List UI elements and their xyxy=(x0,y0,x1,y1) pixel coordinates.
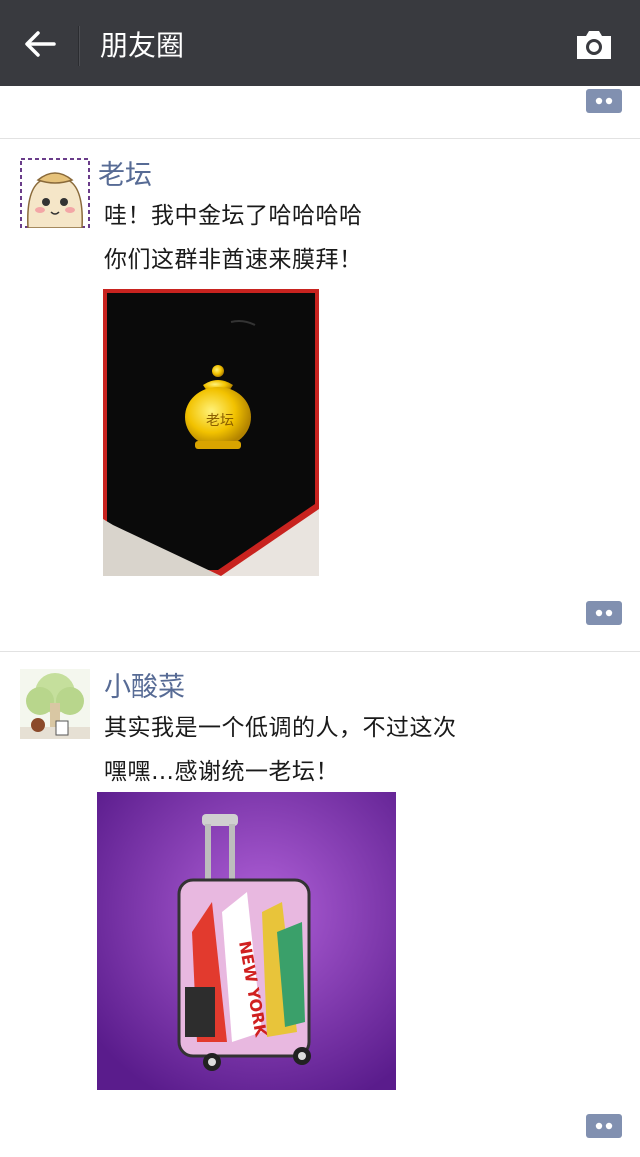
page-title: 朋友圈 xyxy=(100,29,185,62)
comment-icon xyxy=(586,1114,622,1138)
post-separator xyxy=(0,138,640,139)
topbar-divider xyxy=(78,26,80,66)
camera-button[interactable] xyxy=(574,28,614,62)
post-separator xyxy=(0,651,640,652)
pendant-engraving: 老坛 xyxy=(206,413,234,429)
camera-icon xyxy=(577,31,611,59)
post-author-name[interactable]: 老坛 xyxy=(98,158,152,194)
top-bar: 朋友圈 xyxy=(0,0,640,86)
post-photo[interactable]: 老坛 xyxy=(103,289,319,576)
gold-pendant-photo: 老坛 xyxy=(103,289,319,576)
post-text-line: 你们这群非酋速来膜拜！ xyxy=(104,247,363,273)
arrow-left-icon xyxy=(25,31,56,57)
avatar-image xyxy=(20,669,90,739)
back-button[interactable] xyxy=(14,22,64,66)
comment-button[interactable] xyxy=(586,601,622,625)
comment-icon xyxy=(586,89,622,113)
avatar[interactable] xyxy=(20,158,90,228)
luggage-photo: NEW YORK xyxy=(97,792,396,1090)
post-author-name[interactable]: 小酸菜 xyxy=(104,670,185,706)
avatar[interactable] xyxy=(20,669,90,739)
post-text-line: 嘿嘿…感谢统一老坛！ xyxy=(104,759,339,785)
post-text-line: 其实我是一个低调的人，不过这次 xyxy=(104,715,457,741)
post-photo[interactable]: NEW YORK xyxy=(97,792,396,1090)
comment-button[interactable] xyxy=(586,1114,622,1138)
comment-button[interactable] xyxy=(586,89,622,113)
comment-icon xyxy=(586,601,622,625)
avatar-image xyxy=(20,158,90,228)
post-text-line: 哇！我中金坛了哈哈哈哈 xyxy=(104,203,363,229)
